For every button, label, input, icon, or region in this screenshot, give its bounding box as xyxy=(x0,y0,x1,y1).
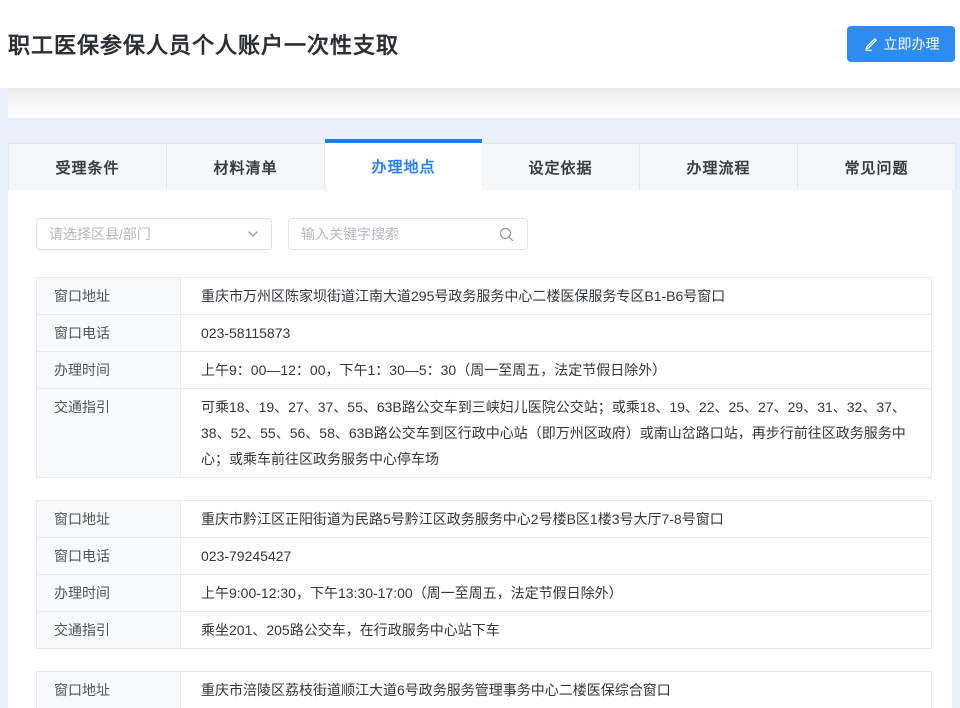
row-value: 可乘18、19、27、37、55、63B路公交车到三峡妇儿医院公交站；或乘18、… xyxy=(181,389,931,477)
header-shadow-band xyxy=(8,88,960,118)
row-value: 重庆市黔江区正阳街道为民路5号黔江区政务服务中心2号楼B区1楼3号大厅7-8号窗… xyxy=(181,501,931,537)
page-header: 职工医保参保人员个人账户一次性支取 立即办理 xyxy=(0,0,960,88)
district-select[interactable]: 请选择区县/部门 xyxy=(36,218,272,250)
page-title: 职工医保参保人员个人账户一次性支取 xyxy=(8,28,399,60)
row-label: 交通指引 xyxy=(37,389,181,477)
table-row: 窗口电话 023-58115873 xyxy=(37,315,931,352)
location-card-fuling: 窗口地址 重庆市涪陵区荔枝街道顺江大道6号政务服务管理事务中心二楼医保综合窗口 xyxy=(36,671,932,708)
apply-now-label: 立即办理 xyxy=(884,34,940,54)
apply-now-button[interactable]: 立即办理 xyxy=(847,26,955,62)
search-icon xyxy=(498,226,515,243)
row-label: 窗口电话 xyxy=(37,538,181,574)
table-row: 窗口地址 重庆市涪陵区荔枝街道顺江大道6号政务服务管理事务中心二楼医保综合窗口 xyxy=(37,672,931,708)
district-select-placeholder: 请选择区县/部门 xyxy=(49,224,151,244)
row-label: 窗口地址 xyxy=(37,278,181,314)
edit-pencil-icon xyxy=(863,37,878,52)
row-value: 乘坐201、205路公交车，在行政服务中心站下车 xyxy=(181,612,931,648)
row-value: 重庆市涪陵区荔枝街道顺江大道6号政务服务管理事务中心二楼医保综合窗口 xyxy=(181,672,931,708)
table-row: 窗口地址 重庆市黔江区正阳街道为民路5号黔江区政务服务中心2号楼B区1楼3号大厅… xyxy=(37,501,931,538)
keyword-search-box[interactable] xyxy=(288,218,528,250)
row-label: 办理时间 xyxy=(37,352,181,388)
row-value: 上午9:00-12:30，下午13:30-17:00（周一至周五，法定节假日除外… xyxy=(181,575,931,611)
row-value: 上午9：00—12：00，下午1：30—5：30（周一至周五，法定节假日除外） xyxy=(181,352,931,388)
table-row: 窗口电话 023-79245427 xyxy=(37,538,931,575)
tab-legal-basis[interactable]: 设定依据 xyxy=(482,143,640,190)
row-label: 窗口地址 xyxy=(37,672,181,708)
table-row: 办理时间 上午9:00-12:30，下午13:30-17:00（周一至周五，法定… xyxy=(37,575,931,612)
row-value: 023-79245427 xyxy=(181,538,931,574)
tab-acceptance-conditions[interactable]: 受理条件 xyxy=(8,143,167,190)
table-row: 办理时间 上午9：00—12：00，下午1：30—5：30（周一至周五，法定节假… xyxy=(37,352,931,389)
row-label: 办理时间 xyxy=(37,575,181,611)
row-value: 重庆市万州区陈家坝街道江南大道295号政务服务中心二楼医保服务专区B1-B6号窗… xyxy=(181,278,931,314)
search-input[interactable] xyxy=(301,226,498,242)
content-panel: 请选择区县/部门 窗口地址 重庆市万州区陈家坝街道江南大道295号政务服务中心二… xyxy=(8,190,952,708)
row-label: 窗口电话 xyxy=(37,315,181,351)
tab-process-flow[interactable]: 办理流程 xyxy=(640,143,798,190)
row-label: 窗口地址 xyxy=(37,501,181,537)
tab-materials-list[interactable]: 材料清单 xyxy=(167,143,325,190)
tab-bar: 受理条件 材料清单 办理地点 设定依据 办理流程 常见问题 xyxy=(8,139,956,190)
row-value: 023-58115873 xyxy=(181,315,931,351)
tab-service-locations[interactable]: 办理地点 xyxy=(325,139,482,190)
table-row: 窗口地址 重庆市万州区陈家坝街道江南大道295号政务服务中心二楼医保服务专区B1… xyxy=(37,278,931,315)
row-label: 交通指引 xyxy=(37,612,181,648)
chevron-down-icon xyxy=(247,228,259,240)
table-row: 交通指引 乘坐201、205路公交车，在行政服务中心站下车 xyxy=(37,612,931,648)
filter-controls: 请选择区县/部门 xyxy=(36,218,932,250)
location-card-wanzhou: 窗口地址 重庆市万州区陈家坝街道江南大道295号政务服务中心二楼医保服务专区B1… xyxy=(36,277,932,478)
table-row: 交通指引 可乘18、19、27、37、55、63B路公交车到三峡妇儿医院公交站；… xyxy=(37,389,931,477)
tab-faq[interactable]: 常见问题 xyxy=(798,143,956,190)
location-card-qianjiang: 窗口地址 重庆市黔江区正阳街道为民路5号黔江区政务服务中心2号楼B区1楼3号大厅… xyxy=(36,500,932,649)
